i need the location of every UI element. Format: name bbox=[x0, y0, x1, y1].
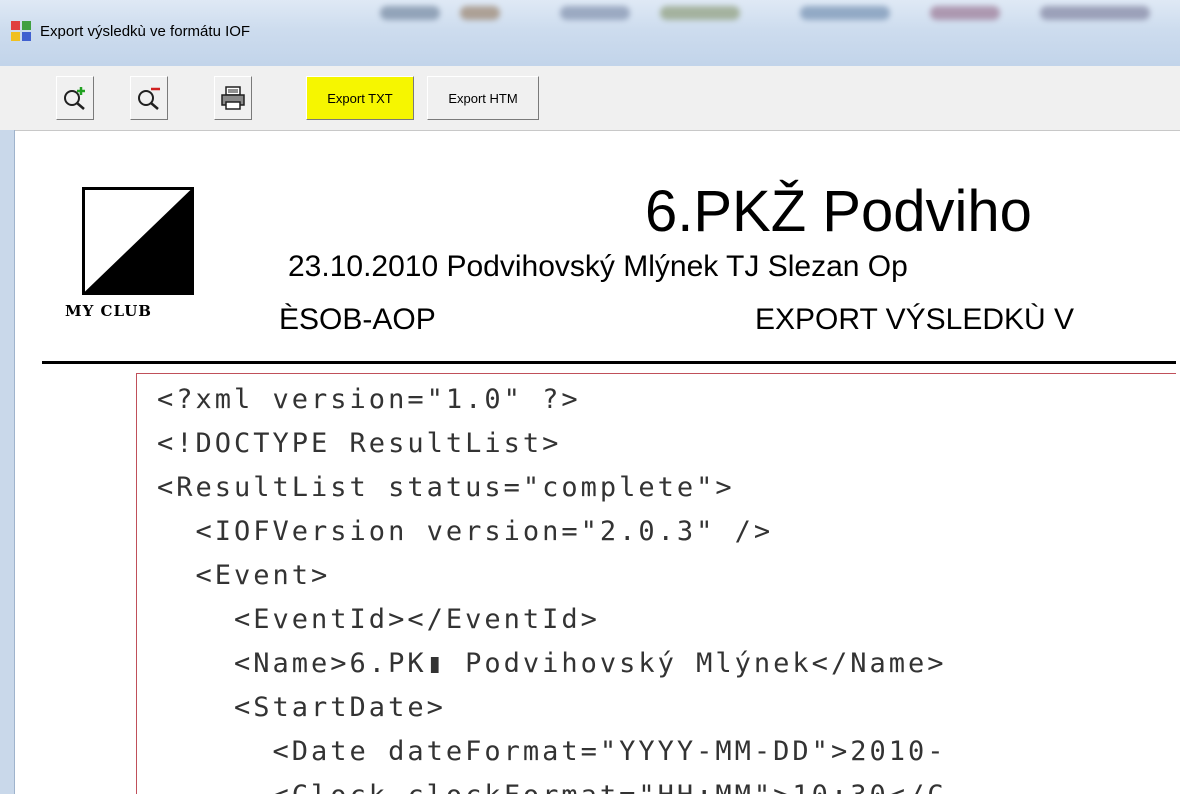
zoom-in-button[interactable] bbox=[56, 76, 94, 120]
xml-line: <EventId></EventId> bbox=[157, 604, 600, 635]
header-divider bbox=[42, 361, 1176, 364]
export-htm-button[interactable]: Export HTM bbox=[427, 76, 539, 120]
club-logo-text: MY CLUB bbox=[65, 302, 152, 320]
event-subtitle: 23.10.2010 Podvihovský Mlýnek TJ Slezan … bbox=[288, 250, 908, 283]
xml-line: <Clock clockFormat="HH:MM">10:30</C bbox=[157, 782, 946, 794]
xml-line: <Date dateFormat="YYYY-MM-DD">2010- bbox=[157, 736, 947, 767]
toolbar: Export TXT Export HTM bbox=[0, 66, 1180, 131]
window-title: Export výsledkù ve formátu IOF bbox=[40, 23, 251, 40]
organizer: ÈSOB-AOP bbox=[279, 303, 436, 336]
zoom-in-icon bbox=[64, 87, 85, 110]
xml-line: <ResultList status="complete"> bbox=[157, 472, 735, 503]
window-frame-left bbox=[0, 130, 15, 794]
event-title: 6.PKŽ Podviho bbox=[645, 179, 1032, 244]
xml-preview: <?xml version="1.0" ?> <!DOCTYPE ResultL… bbox=[136, 373, 1176, 794]
export-txt-button[interactable]: Export TXT bbox=[306, 76, 414, 120]
xml-line: <Event> bbox=[157, 560, 331, 591]
xml-line: <StartDate> bbox=[157, 692, 446, 723]
club-logo-icon bbox=[82, 187, 194, 295]
export-title: EXPORT VÝSLEDKÙ V bbox=[755, 303, 1075, 336]
zoom-out-button[interactable] bbox=[130, 76, 168, 120]
xml-line: <Name>6.PK▮ Podvihovský Mlýnek</Name> bbox=[157, 648, 947, 679]
report-preview: MY CLUB 6.PKŽ Podviho 23.10.2010 Podviho… bbox=[15, 131, 1176, 794]
xml-line: <?xml version="1.0" ?> bbox=[157, 384, 581, 415]
xml-line: <IOFVersion version="2.0.3" /> bbox=[157, 516, 774, 547]
zoom-out-icon bbox=[138, 87, 160, 110]
app-icon bbox=[11, 21, 31, 41]
print-button[interactable] bbox=[214, 76, 252, 120]
window-title-bar[interactable]: Export výsledkù ve formátu IOF bbox=[0, 0, 1180, 66]
printer-icon bbox=[221, 86, 245, 110]
xml-line: <!DOCTYPE ResultList> bbox=[157, 428, 562, 459]
